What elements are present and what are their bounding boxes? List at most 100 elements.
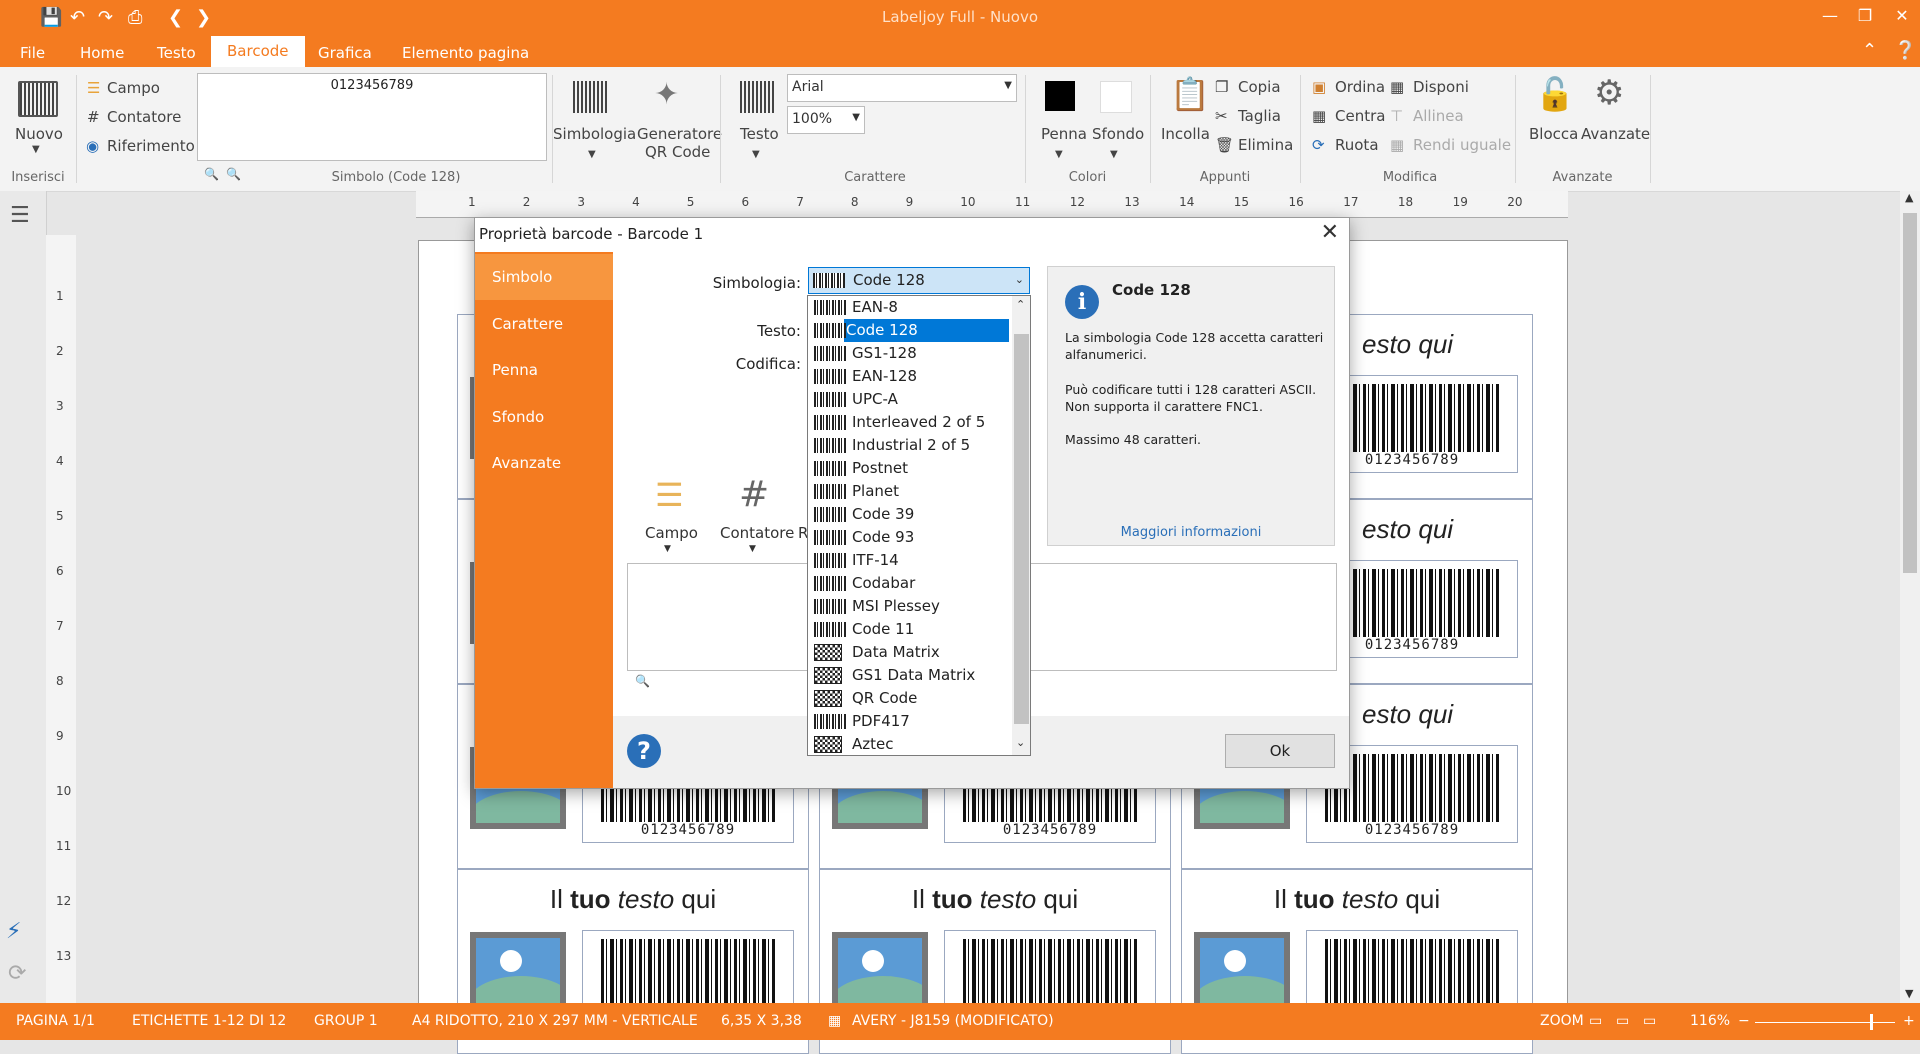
- zoom-width-icon[interactable]: ▭: [1616, 1013, 1629, 1029]
- ruler-v-tick-label: 10: [56, 784, 72, 798]
- zoom-fit-icon[interactable]: ▭: [1643, 1013, 1656, 1029]
- taglia-button[interactable]: Taglia: [1238, 107, 1281, 125]
- dialog-nav-item-sfondo[interactable]: Sfondo: [475, 394, 613, 440]
- tab-barcode[interactable]: Barcode: [211, 36, 305, 67]
- dropdown-scrollbar[interactable]: ⌃ ⌄: [1012, 296, 1030, 755]
- plugin-icon[interactable]: ⚡: [6, 919, 21, 944]
- allinea-button[interactable]: Allinea: [1413, 107, 1464, 125]
- chevron-down-icon[interactable]: ▼: [588, 149, 596, 160]
- contatore-button[interactable]: Contatore: [107, 108, 181, 126]
- zoom-in-icon[interactable]: 🔍: [204, 167, 219, 181]
- simbologia-option[interactable]: Codabar: [808, 572, 1011, 595]
- dialog-contatore-button[interactable]: Contatore: [720, 524, 794, 542]
- simbologia-option[interactable]: Industrial 2 of 5: [808, 434, 1011, 457]
- simbologia-option[interactable]: UPC-A: [808, 388, 1011, 411]
- simbologia-option-label: Code 93: [852, 528, 915, 546]
- refresh-icon[interactable]: ⟳: [8, 961, 26, 986]
- zoom-page-icon[interactable]: ▭: [1589, 1013, 1602, 1029]
- simbologia-option[interactable]: Aztec: [808, 733, 1011, 755]
- zoom-slider-thumb[interactable]: [1870, 1014, 1873, 1030]
- blocca-button[interactable]: Blocca: [1529, 125, 1578, 143]
- ok-button[interactable]: Ok: [1225, 734, 1335, 768]
- pages-panel-icon[interactable]: ☰: [10, 203, 30, 228]
- tab-file[interactable]: File: [20, 44, 45, 62]
- penna-button[interactable]: Penna: [1041, 125, 1087, 143]
- simbologia-option[interactable]: Postnet: [808, 457, 1011, 480]
- chevron-down-icon[interactable]: ▼: [752, 149, 760, 160]
- barcode-value-editor[interactable]: 0123456789: [197, 73, 547, 161]
- font-size-select[interactable]: 100% ▼: [787, 106, 865, 134]
- tab-elemento-pagina[interactable]: Elemento pagina: [402, 44, 529, 62]
- simbologia-option[interactable]: Planet: [808, 480, 1011, 503]
- simbologia-option[interactable]: MSI Plessey: [808, 595, 1011, 618]
- ruler-h-tick-label: 3: [577, 195, 586, 209]
- generatore-qr-button-line2[interactable]: QR Code: [645, 143, 710, 161]
- sfondo-button[interactable]: Sfondo: [1092, 125, 1144, 143]
- generatore-qr-button-line1[interactable]: Generatore: [637, 125, 722, 143]
- simbologia-option[interactable]: Code 39: [808, 503, 1011, 526]
- zoom-out-icon[interactable]: −: [1738, 1013, 1750, 1029]
- simbologia-option[interactable]: Interleaved 2 of 5: [808, 411, 1011, 434]
- disponi-button[interactable]: Disponi: [1413, 78, 1469, 96]
- help-icon[interactable]: ❔: [1894, 40, 1916, 61]
- campo-button[interactable]: Campo: [107, 79, 160, 97]
- zoom-out-icon[interactable]: 🔍: [226, 167, 241, 181]
- scroll-up-icon[interactable]: ▲: [1905, 191, 1913, 204]
- status-avery[interactable]: AVERY - J8159 (MODIFICATO): [852, 1013, 1054, 1029]
- ordina-button[interactable]: Ordina: [1335, 78, 1385, 96]
- simbologia-option[interactable]: EAN-128: [808, 365, 1011, 388]
- simbologia-option[interactable]: PDF417: [808, 710, 1011, 733]
- font-select[interactable]: Arial ▼: [787, 74, 1017, 102]
- dialog-close-icon[interactable]: ✕: [1321, 220, 1339, 245]
- chevron-down-icon[interactable]: ▼: [749, 544, 756, 554]
- simbologia-option[interactable]: ITF-14: [808, 549, 1011, 572]
- chevron-down-icon[interactable]: ▼: [664, 544, 671, 554]
- simbologia-option[interactable]: Code 93: [808, 526, 1011, 549]
- minimize-button[interactable]: —: [1815, 6, 1845, 25]
- scrollbar-thumb[interactable]: [1903, 213, 1917, 573]
- rendi-uguale-button[interactable]: Rendi uguale: [1413, 136, 1511, 154]
- incolla-button[interactable]: Incolla: [1161, 125, 1210, 143]
- zoom-slider-track[interactable]: [1755, 1022, 1895, 1023]
- ruota-button[interactable]: Ruota: [1335, 136, 1379, 154]
- dropdown-scrollbar-thumb[interactable]: [1014, 334, 1029, 724]
- simbologia-option[interactable]: QR Code: [808, 687, 1011, 710]
- dialog-nav-item-carattere[interactable]: Carattere: [475, 301, 613, 347]
- simbologia-select[interactable]: Code 128 ⌄: [808, 267, 1030, 294]
- tab-testo[interactable]: Testo: [157, 44, 196, 62]
- tab-home[interactable]: Home: [80, 44, 124, 62]
- dialog-nav-item-penna[interactable]: Penna: [475, 347, 613, 393]
- dialog-campo-button[interactable]: Campo: [645, 524, 698, 542]
- scroll-down-icon[interactable]: ▼: [1905, 987, 1913, 1000]
- scroll-up-icon[interactable]: ⌃: [1016, 298, 1025, 311]
- simbologia-option[interactable]: Data Matrix: [808, 641, 1011, 664]
- simbologia-option[interactable]: Code 128: [814, 319, 1009, 342]
- tab-grafica[interactable]: Grafica: [318, 44, 372, 62]
- zoom-in-icon[interactable]: 🔍: [635, 674, 650, 688]
- avanzate-button[interactable]: Avanzate: [1581, 125, 1650, 143]
- simbologia-option[interactable]: Code 11: [808, 618, 1011, 641]
- dialog-nav-item-avanzate[interactable]: Avanzate: [475, 440, 613, 486]
- chevron-down-icon[interactable]: ▼: [32, 144, 40, 155]
- riferimento-button[interactable]: Riferimento: [107, 137, 195, 155]
- zoom-in-icon[interactable]: +: [1903, 1013, 1915, 1029]
- simbologia-option[interactable]: GS1-128: [808, 342, 1011, 365]
- elimina-button[interactable]: Elimina: [1238, 136, 1293, 154]
- restore-button[interactable]: ❐: [1850, 6, 1880, 25]
- collapse-ribbon-icon[interactable]: ⌃: [1862, 40, 1877, 61]
- help-icon[interactable]: ?: [627, 734, 661, 768]
- chevron-down-icon[interactable]: ▼: [1055, 149, 1063, 160]
- chevron-down-icon[interactable]: ▼: [1110, 149, 1118, 160]
- vertical-scrollbar[interactable]: ▲ ▼: [1900, 191, 1920, 1003]
- simbologia-option[interactable]: GS1 Data Matrix: [808, 664, 1011, 687]
- nuovo-button[interactable]: Nuovo: [15, 125, 63, 143]
- dialog-nav-item-simbolo[interactable]: Simbolo: [475, 254, 613, 300]
- centra-button[interactable]: Centra: [1335, 107, 1385, 125]
- info-more-link[interactable]: Maggiori informazioni: [1048, 525, 1334, 540]
- testo-button[interactable]: Testo: [740, 125, 779, 143]
- copia-button[interactable]: Copia: [1238, 78, 1281, 96]
- close-button[interactable]: ✕: [1887, 6, 1917, 25]
- simbologia-button[interactable]: Simbologia: [553, 125, 636, 143]
- scroll-down-icon[interactable]: ⌄: [1016, 736, 1025, 749]
- simbologia-option[interactable]: EAN-8: [808, 296, 1011, 319]
